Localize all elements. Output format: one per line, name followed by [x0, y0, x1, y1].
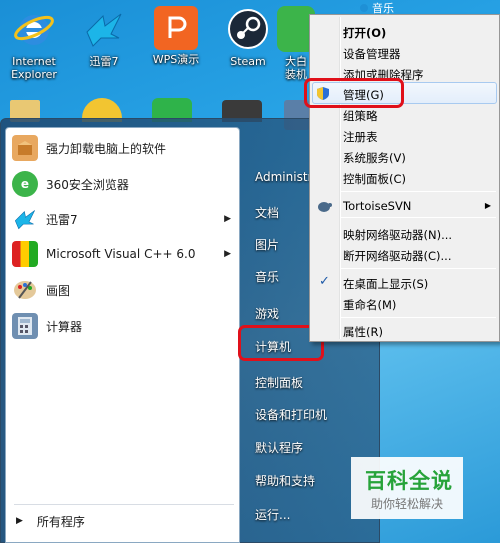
steam-icon	[225, 6, 271, 52]
program-label: 迅雷7	[46, 212, 78, 227]
menu-item-map-drive[interactable]: 映射网络驱动器(N)...	[343, 227, 452, 243]
wps-presentation-icon	[154, 6, 198, 50]
submenu-arrow-icon: ▶	[484, 201, 491, 210]
program-label: 计算器	[46, 319, 83, 334]
desktop-icon-label: WPS演示	[152, 53, 200, 66]
desktop-icon-label: 迅雷7	[89, 55, 119, 68]
submenu-arrow-icon: ▶	[224, 214, 231, 224]
menu-separator	[341, 317, 496, 318]
all-programs-label: 所有程序	[36, 514, 85, 529]
desktop-icon-label: Steam	[230, 55, 266, 68]
menu-item-open[interactable]: 打开(O)	[343, 25, 386, 41]
menu-item-control-panel[interactable]: 控制面板(C)	[343, 171, 406, 187]
menu-gutter	[339, 17, 341, 339]
checkmark-icon: ✓	[319, 274, 330, 289]
menu-separator	[341, 268, 496, 269]
menu-item-properties[interactable]: 属性(R)	[343, 324, 383, 340]
right-item-pictures[interactable]: 图片	[255, 236, 279, 253]
right-item-devices-printers[interactable]: 设备和打印机	[255, 406, 327, 423]
menu-item-show-on-desktop[interactable]: 在桌面上显示(S)	[343, 276, 428, 292]
context-menu: 打开(O) 设备管理器 添加或删除程序 管理(G) 组策略 注册表 系统服务(V…	[309, 14, 500, 342]
all-programs-button[interactable]: ▶ 所有程序	[6, 508, 239, 534]
tortoise-svn-icon	[316, 199, 332, 216]
program-label: Microsoft Visual C++ 6.0	[46, 247, 196, 261]
desktop-icon-wps[interactable]: WPS演示	[144, 6, 208, 66]
submenu-arrow-icon: ▶	[224, 249, 231, 259]
xunlei-bird-icon	[81, 6, 127, 52]
uninstall-box-icon	[12, 135, 38, 161]
menu-item-services[interactable]: 系统服务(V)	[343, 150, 406, 166]
menu-item-rename[interactable]: 重命名(M)	[343, 297, 396, 313]
watermark: 百科全说 助你轻松解决	[351, 457, 463, 519]
desktop-icon-label: Internet Explorer	[11, 55, 57, 81]
divider	[14, 504, 234, 505]
internet-explorer-icon	[11, 6, 57, 52]
right-item-music[interactable]: 音乐	[255, 268, 279, 285]
right-item-default-programs[interactable]: 默认程序	[255, 439, 303, 456]
right-item-games[interactable]: 游戏	[255, 305, 279, 322]
calculator-icon	[12, 313, 38, 339]
right-item-run[interactable]: 运行...	[255, 506, 290, 523]
program-item[interactable]: 计算器	[6, 309, 239, 343]
manage-highlight-box	[304, 78, 404, 108]
program-label: 强力卸载电脑上的软件	[46, 141, 167, 156]
arrow-right-icon: ▶	[16, 516, 23, 526]
360-browser-icon: e	[12, 171, 38, 197]
xunlei-bird-icon	[12, 206, 38, 232]
program-label: 360安全浏览器	[46, 177, 129, 192]
desktop-icon-ie[interactable]: Internet Explorer	[2, 6, 66, 81]
right-item-documents[interactable]: 文档	[255, 204, 279, 221]
desktop-icon-steam[interactable]: Steam	[216, 6, 280, 68]
program-item[interactable]: e 360安全浏览器	[6, 167, 239, 201]
menu-item-device-manager[interactable]: 设备管理器	[343, 46, 401, 62]
watermark-title: 百科全说	[365, 469, 453, 493]
menu-separator	[341, 191, 496, 192]
watermark-subtitle: 助你轻松解决	[371, 497, 444, 511]
menu-separator	[341, 217, 496, 218]
menu-item-group-policy[interactable]: 组策略	[343, 108, 378, 124]
desktop-icon-xunlei[interactable]: 迅雷7	[72, 6, 136, 68]
program-item[interactable]: Microsoft Visual C++ 6.0 ▶	[6, 237, 239, 271]
program-item[interactable]: 迅雷7 ▶	[6, 202, 239, 236]
paint-palette-icon	[12, 277, 38, 303]
right-item-help-support[interactable]: 帮助和支持	[255, 472, 315, 489]
menu-item-registry[interactable]: 注册表	[343, 129, 378, 145]
program-item[interactable]: 强力卸载电脑上的软件	[6, 131, 239, 165]
right-item-control-panel[interactable]: 控制面板	[255, 374, 303, 391]
menu-item-disconnect-drive[interactable]: 断开网络驱动器(C)...	[343, 248, 451, 264]
start-menu-programs-pane: 强力卸载电脑上的软件 e 360安全浏览器 迅雷7 ▶ Microsoft Vi…	[5, 127, 240, 543]
program-label: 画图	[46, 283, 71, 298]
partial-menu-item: 音乐	[360, 0, 430, 15]
visual-cpp-icon	[12, 241, 38, 267]
menu-item-tortoisesvn[interactable]: TortoiseSVN	[343, 199, 411, 213]
program-item[interactable]: 画图	[6, 273, 239, 307]
